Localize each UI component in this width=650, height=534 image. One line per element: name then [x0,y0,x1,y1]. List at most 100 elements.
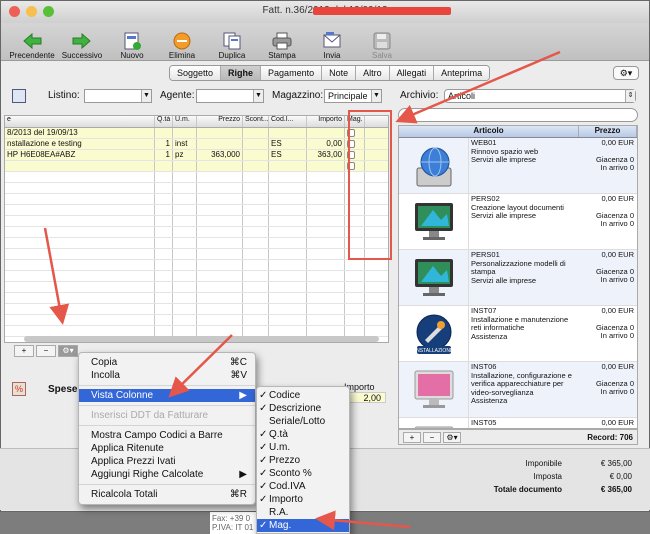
table-row[interactable] [5,161,388,172]
empty-cell[interactable] [269,271,307,281]
empty-cell[interactable] [345,326,365,336]
empty-cell[interactable] [173,238,197,248]
add-row-button[interactable]: + [14,345,34,357]
cell-desc[interactable]: 8/2013 del 19/09/13 [5,128,155,138]
empty-cell[interactable] [243,238,269,248]
list-item[interactable]: WEB01 Rinnovo spazio web Servizi alle impr… [399,138,637,194]
empty-cell[interactable] [307,304,345,314]
cell-amount[interactable]: 0,00 [307,139,345,149]
empty-cell[interactable] [243,227,269,237]
empty-cell[interactable] [243,216,269,226]
empty-cell[interactable] [243,260,269,270]
empty-cell[interactable] [243,293,269,303]
add-article-button[interactable]: + [403,431,421,443]
tab-altro[interactable]: Altro [356,66,390,80]
menu-item[interactable]: Ricalcola Totali ⌘R [79,488,255,501]
column-toggle-item[interactable]: ✓ Importo [257,493,349,506]
duplicate-button[interactable]: Duplica [209,31,255,60]
tab-pagamento[interactable]: Pagamento [261,66,323,80]
column-toggle-item[interactable]: ✓ Codice [257,389,349,402]
empty-cell[interactable] [269,205,307,215]
empty-cell[interactable] [155,271,173,281]
col-articolo[interactable]: Articolo [399,126,579,137]
empty-row[interactable] [5,260,388,271]
cell-iva[interactable]: ES [269,150,307,160]
empty-cell[interactable] [307,326,345,336]
empty-cell[interactable] [5,293,155,303]
empty-cell[interactable] [269,282,307,292]
cell-desc[interactable]: HP H6E08EA#ABZ [5,150,155,160]
empty-cell[interactable] [197,293,243,303]
horizontal-scrollbar[interactable] [24,336,379,342]
cell-desc[interactable] [5,161,155,171]
empty-cell[interactable] [269,172,307,182]
empty-cell[interactable] [345,282,365,292]
cell-amount[interactable] [307,128,345,138]
col-codiva[interactable]: Cod.I... [269,116,307,127]
empty-row[interactable] [5,205,388,216]
empty-cell[interactable] [173,183,197,193]
empty-cell[interactable] [155,172,173,182]
empty-cell[interactable] [155,260,173,270]
empty-row[interactable] [5,238,388,249]
zoom-window-button[interactable] [43,6,54,17]
empty-cell[interactable] [307,216,345,226]
next-button[interactable]: Successivo [59,31,105,60]
print-button[interactable]: Stampa [259,31,305,60]
cell-disc[interactable] [243,161,269,171]
empty-cell[interactable] [307,315,345,325]
empty-cell[interactable] [243,183,269,193]
empty-cell[interactable] [307,238,345,248]
empty-row[interactable] [5,216,388,227]
grid-gear-button[interactable]: ⚙▾ [58,345,78,357]
tab-anteprima[interactable]: Anteprima [434,66,490,80]
empty-cell[interactable] [243,271,269,281]
magazzino-select[interactable]: Principale ▼ [324,89,382,103]
col-prezzo-articolo[interactable]: Prezzo [579,126,637,137]
empty-cell[interactable] [5,249,155,259]
column-toggle-item[interactable]: ✓ Sconto % [257,467,349,480]
cell-um[interactable] [173,128,197,138]
empty-cell[interactable] [155,194,173,204]
empty-cell[interactable] [345,271,365,281]
empty-cell[interactable] [5,304,155,314]
empty-cell[interactable] [307,249,345,259]
empty-cell[interactable] [5,205,155,215]
empty-cell[interactable] [173,315,197,325]
previous-button[interactable]: Precendente [9,31,55,60]
empty-cell[interactable] [197,227,243,237]
empty-cell[interactable] [5,326,155,336]
empty-cell[interactable] [173,216,197,226]
empty-cell[interactable] [197,216,243,226]
menu-item[interactable]: Inserisci DDT da Fatturare [79,409,255,422]
empty-cell[interactable] [243,249,269,259]
empty-cell[interactable] [243,282,269,292]
empty-cell[interactable] [243,326,269,336]
col-um[interactable]: U.m. [173,116,197,127]
new-button[interactable]: Nuovo [109,31,155,60]
menu-item[interactable]: Applica Prezzi Ivati [79,455,255,468]
empty-row[interactable] [5,271,388,282]
search-input[interactable]: Q- [398,108,638,122]
cell-um[interactable]: inst [173,139,197,149]
empty-cell[interactable] [307,271,345,281]
empty-cell[interactable] [5,271,155,281]
empty-cell[interactable] [155,216,173,226]
empty-cell[interactable] [197,271,243,281]
empty-cell[interactable] [197,315,243,325]
articoli-list[interactable]: Articolo Prezzo WEB01 Rinnovo spazio web S… [398,125,638,429]
empty-cell[interactable] [5,282,155,292]
empty-cell[interactable] [155,227,173,237]
listino-select[interactable]: ▼ [84,89,152,103]
empty-cell[interactable] [197,249,243,259]
empty-cell[interactable] [173,282,197,292]
empty-cell[interactable] [269,227,307,237]
cell-um[interactable]: pz [173,150,197,160]
column-toggle-item[interactable]: ✓ Cod.IVA [257,480,349,493]
empty-cell[interactable] [155,315,173,325]
empty-cell[interactable] [155,326,173,336]
empty-cell[interactable] [307,282,345,292]
empty-cell[interactable] [307,183,345,193]
cell-price[interactable] [197,161,243,171]
empty-cell[interactable] [197,183,243,193]
